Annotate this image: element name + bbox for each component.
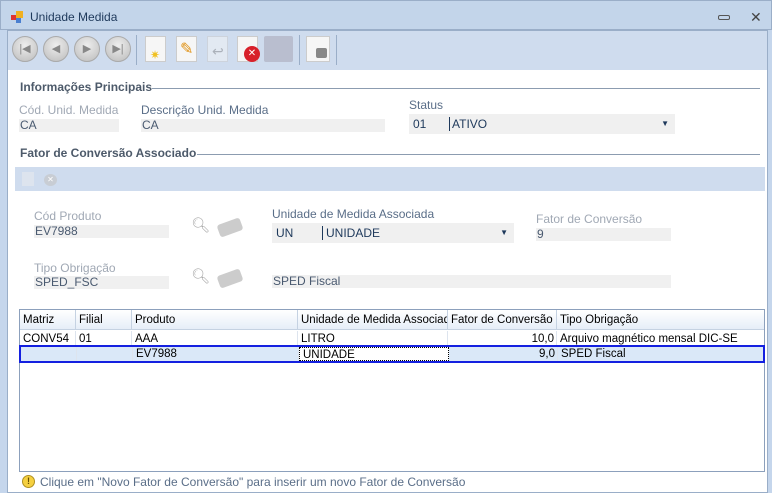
search-icon[interactable]: 🔍︎: [191, 267, 210, 285]
tipo-obrigacao-label: Tipo Obrigação: [34, 261, 116, 275]
status-label: Status: [409, 98, 444, 112]
cod-unid-field[interactable]: CA: [19, 119, 119, 132]
section-divider: [152, 88, 760, 89]
cell-fator: 9,0: [449, 347, 558, 361]
chevron-down-icon[interactable]: ▼: [500, 223, 508, 243]
tipo-obrigacao-field[interactable]: SPED_FSC: [34, 276, 169, 289]
section-divider: [197, 154, 760, 155]
status-combo[interactable]: 01 ATIVO ▼: [409, 114, 675, 134]
section-title-fator: Fator de Conversão Associado: [20, 146, 197, 160]
cell-filial: [77, 347, 133, 361]
table-header: Matriz Filial Produto Unidade de Medida …: [20, 310, 764, 330]
edit-button[interactable]: ✎: [176, 36, 197, 62]
search-icon[interactable]: 🔍︎: [191, 216, 210, 234]
col-unidade[interactable]: Unidade de Medida Associada: [298, 310, 448, 329]
cod-produto-field[interactable]: EV7988: [34, 225, 169, 238]
first-record-button[interactable]: |◀: [12, 36, 38, 62]
unidade-code: UN: [276, 226, 294, 240]
table-row-selected[interactable]: EV7988 UNIDADE 9,0 SPED Fiscal: [19, 345, 765, 363]
col-matriz[interactable]: Matriz: [20, 310, 76, 329]
delete-button[interactable]: ✕: [237, 36, 260, 62]
close-icon[interactable]: ✕: [750, 9, 762, 26]
fator-field[interactable]: 9: [536, 228, 671, 241]
fator-label: Fator de Conversão: [536, 212, 643, 226]
status-value: ATIVO: [452, 117, 488, 131]
unidade-value: UNIDADE: [326, 226, 381, 240]
delete-icon: ✕: [244, 46, 260, 62]
toolbar-separator: [299, 35, 300, 65]
next-record-button[interactable]: ▶: [74, 36, 100, 62]
unidade-combo[interactable]: UN UNIDADE ▼: [272, 223, 514, 243]
previous-record-button[interactable]: ◀: [43, 36, 69, 62]
toolbar: |◀ ◀ ▶ ▶| ✷ ✎ ↩ ✕: [8, 31, 767, 70]
toolbar-separator: [136, 35, 137, 65]
tipo-obrigacao-desc: SPED Fiscal: [272, 275, 671, 288]
toolbar-separator: [336, 35, 337, 65]
col-produto[interactable]: Produto: [132, 310, 298, 329]
undo-icon: ↩: [212, 43, 224, 59]
cell-matriz: [21, 347, 77, 361]
cell-unidade-focused[interactable]: UNIDADE: [299, 347, 449, 361]
last-record-button[interactable]: ▶|: [105, 36, 131, 62]
hint-text: Clique em "Novo Fator de Conversão" para…: [40, 475, 466, 489]
new-fator-button[interactable]: [22, 172, 34, 186]
cell-produto: EV7988: [133, 347, 299, 361]
warning-icon: !: [22, 475, 35, 488]
status-code: 01: [413, 117, 427, 131]
window-title: Unidade Medida: [30, 10, 118, 24]
chevron-down-icon[interactable]: ▼: [661, 114, 669, 134]
delete-fator-button[interactable]: ✕: [44, 174, 57, 186]
desc-unid-field[interactable]: CA: [141, 119, 385, 132]
new-star-icon: ✷: [150, 48, 161, 62]
section-title-main: Informações Principais: [20, 80, 153, 94]
col-filial[interactable]: Filial: [76, 310, 132, 329]
col-tipo[interactable]: Tipo Obrigação: [557, 310, 764, 329]
fator-toolbar: ✕: [15, 167, 765, 191]
desc-unid-label: Descrição Unid. Medida: [141, 103, 269, 117]
fator-table: Matriz Filial Produto Unidade de Medida …: [19, 309, 765, 472]
unidade-label: Unidade de Medida Associada: [272, 207, 435, 221]
new-button[interactable]: ✷: [145, 36, 166, 62]
cod-produto-label: Cód Produto: [34, 209, 102, 223]
cod-unid-label: Cód. Unid. Medida: [19, 103, 119, 117]
lock-icon: [316, 48, 327, 58]
lock-button[interactable]: [306, 36, 330, 62]
cell-tipo: SPED Fiscal: [561, 348, 626, 360]
app-icon: [11, 11, 23, 23]
undo-button[interactable]: ↩: [207, 36, 228, 62]
save-button[interactable]: [264, 36, 293, 62]
minimize-icon[interactable]: [718, 15, 730, 20]
pencil-icon: ✎: [180, 41, 194, 58]
col-fator[interactable]: Fator de Conversão: [448, 310, 557, 329]
